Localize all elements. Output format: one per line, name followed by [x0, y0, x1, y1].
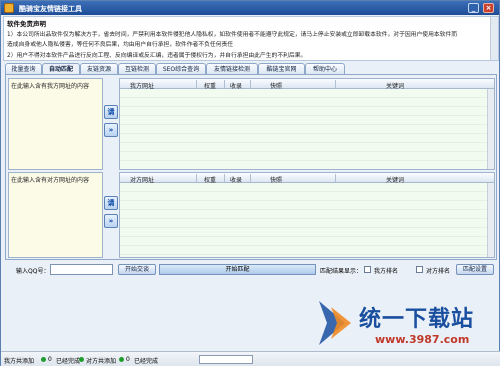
title-bar[interactable]: 酷骑宝友情链接工具 _ ×: [1, 1, 499, 15]
their-url-input-label: 在此输入含有对方网址的内容: [11, 177, 90, 184]
disclaimer-line: 造成自身或他人隐私侵害，等任何不良后果，均由用户自行承担，软件作者不负任何责任: [7, 42, 234, 48]
status-dot-icon: [79, 357, 84, 362]
their-extract-button[interactable]: 请: [104, 196, 118, 210]
their-rank-label: 对方排名: [426, 268, 451, 275]
disclaimer-scrollbar[interactable]: [490, 17, 498, 60]
disclaimer-line: 2）用户不得对本软件产品进行反向工程、反向编译或反汇编，违者属于侵权行为，并自行…: [7, 53, 307, 59]
start-match-button[interactable]: 开始匹配: [159, 264, 316, 275]
our-table-scrollbar[interactable]: [487, 89, 494, 169]
our-rank-checkbox[interactable]: [364, 266, 371, 273]
main-window: 酷骑宝友情链接工具 _ × 软件免责声明 1）本公司所出品软件仅为解决方手，省去…: [0, 0, 500, 366]
qq-label: 输入QQ号：: [16, 268, 50, 275]
their-add-arrow-button[interactable]: »: [104, 214, 118, 228]
disclaimer-line: 1）本公司所出品软件仅为解决方手，省去时间，严禁利用本软件侵犯他人隐私权，如软件…: [7, 32, 458, 38]
our-rank-label: 我方排名: [374, 268, 399, 275]
their-table-header: 对方网址 权重 收录 快照 关键词: [120, 173, 494, 184]
ours-done-label: 已经完成: [56, 358, 81, 365]
disclaimer-box: 软件免责声明 1）本公司所出品软件仅为解决方手，省去时间，严禁利用本软件侵犯他人…: [3, 16, 499, 61]
result-display-label: 匹配结果显示：: [320, 268, 363, 275]
ours-added-count: 0: [48, 356, 52, 363]
status-progress-bar: [199, 355, 253, 364]
our-table-body: [120, 89, 494, 169]
status-dot-icon: [119, 357, 124, 362]
minimize-button[interactable]: _: [468, 3, 479, 13]
window-title: 酷骑宝友情链接工具: [19, 5, 82, 13]
control-row: 输入QQ号： 开始交谈 开始匹配 匹配结果显示： 我方排名 对方排名 匹配设置: [1, 263, 500, 277]
our-url-table[interactable]: 我方网址 权重 收录 快照 关键词: [119, 78, 495, 170]
theirs-added-label: 对方共添加: [86, 358, 117, 365]
our-table-header: 我方网址 权重 收录 快照 关键词: [120, 79, 494, 90]
our-url-input[interactable]: 在此输入含有我方网址的内容: [8, 78, 103, 170]
close-button[interactable]: ×: [483, 3, 494, 13]
theirs-done-label: 已经完成: [134, 358, 159, 365]
ours-added-label: 我方共添加: [4, 358, 35, 365]
their-url-input[interactable]: 在此输入含有对方网址的内容: [8, 172, 103, 258]
status-bar: 我方共添加 0 已经完成 对方共添加 0 已经完成: [1, 351, 500, 366]
our-extract-button[interactable]: 请: [104, 105, 118, 119]
auto-match-panel: 在此输入含有我方网址的内容 请 » 我方网址 权重 收录 快照 关键词 在此输入…: [5, 74, 497, 260]
theirs-added-count: 0: [126, 356, 130, 363]
their-table-body: [120, 183, 494, 257]
their-rank-checkbox[interactable]: [416, 266, 423, 273]
status-dot-icon: [41, 357, 46, 362]
our-add-arrow-button[interactable]: »: [104, 123, 118, 137]
watermark-url: www.3987.com: [375, 333, 470, 346]
qq-input[interactable]: [50, 264, 113, 275]
watermark-title: 统一下载站: [359, 307, 475, 332]
app-icon: [4, 3, 14, 13]
start-exchange-button[interactable]: 开始交谈: [118, 264, 156, 275]
watermark: 统一下载站 www.3987.com: [301, 293, 500, 353]
their-url-table[interactable]: 对方网址 权重 收录 快照 关键词: [119, 172, 495, 258]
match-settings-button[interactable]: 匹配设置: [456, 264, 494, 275]
their-table-scrollbar[interactable]: [487, 183, 494, 257]
our-url-input-label: 在此输入含有我方网址的内容: [11, 83, 90, 90]
disclaimer-title: 软件免责声明: [7, 20, 46, 28]
